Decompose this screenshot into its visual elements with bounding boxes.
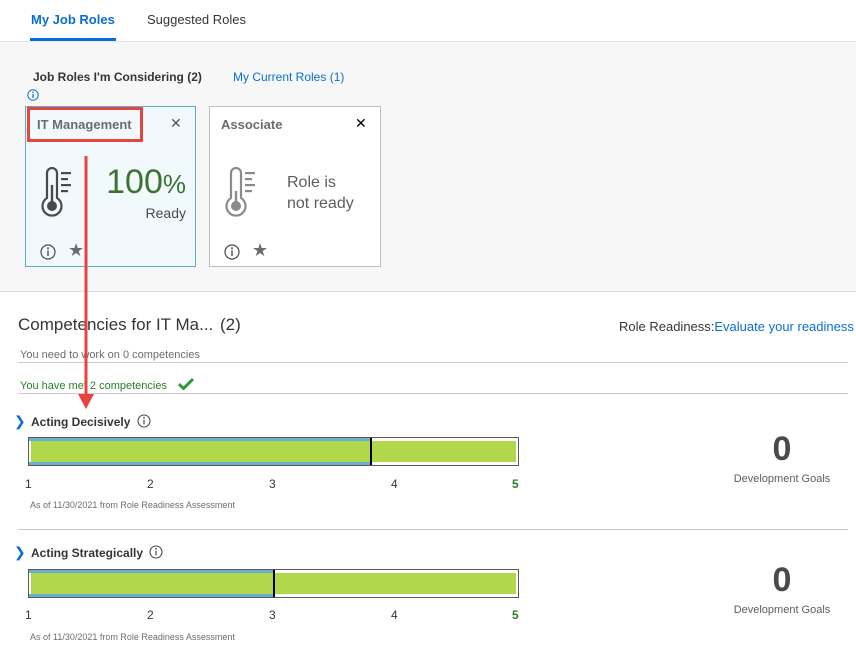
rating-marker (272, 570, 275, 597)
highlight-annotation-box (27, 107, 143, 142)
star-icon[interactable]: ★ (252, 240, 268, 260)
competency-rating-bar (28, 569, 519, 598)
need-work-summary[interactable]: You need to work on 0 competencies (20, 349, 200, 361)
competencies-count: (2) (220, 315, 241, 334)
tab-suggested-roles[interactable]: Suggested Roles (147, 12, 246, 27)
current-roles-link[interactable]: My Current Roles (1) (233, 70, 344, 84)
divider (18, 393, 848, 394)
role-card-associate[interactable]: Associate ✕ Role is not ready ★ (209, 106, 381, 267)
info-icon[interactable] (149, 545, 163, 559)
have-met-summary[interactable]: You have met 2 competencies (20, 380, 167, 392)
role-card-title: Associate (221, 117, 283, 132)
tick-label: 3 (269, 477, 276, 491)
competency-name: Acting Decisively (31, 415, 131, 429)
tick-label: 1 (25, 477, 32, 491)
expand-chevron-icon[interactable]: ❯ (14, 413, 26, 430)
development-goals-label: Development Goals (733, 473, 831, 485)
tick-label: 1 (25, 608, 32, 622)
tab-bar: My Job Roles Suggested Roles (0, 0, 856, 42)
star-icon[interactable]: ★ (68, 240, 84, 260)
active-tab-indicator (30, 38, 116, 41)
readiness-percent: 100% (106, 163, 186, 201)
info-icon[interactable] (137, 414, 151, 428)
tick-label-max: 5 (512, 477, 519, 491)
tick-label-max: 5 (512, 608, 519, 622)
job-roles-panel: Job Roles I'm Considering (2) My Current… (0, 42, 856, 292)
rating-fill (31, 441, 516, 462)
rating-line-bottom (29, 594, 274, 597)
readiness-status: Ready (145, 205, 186, 221)
close-icon[interactable]: ✕ (170, 115, 182, 131)
tick-label: 2 (147, 477, 154, 491)
tick-label: 3 (269, 608, 276, 622)
assessment-date: As of 11/30/2021 from Role Readiness Ass… (30, 632, 235, 642)
close-icon[interactable]: ✕ (355, 115, 367, 131)
competency-name: Acting Strategically (31, 546, 144, 560)
rating-marker (369, 438, 372, 465)
thermometer-icon (223, 167, 257, 219)
tick-label: 2 (147, 608, 154, 622)
tick-label: 4 (391, 477, 398, 491)
development-goals-count[interactable]: 0 (730, 561, 834, 600)
info-icon[interactable] (40, 244, 56, 260)
divider (18, 529, 848, 530)
competency-rating-bar (28, 437, 519, 466)
tick-label: 4 (391, 608, 398, 622)
check-icon (178, 377, 194, 390)
competencies-title: Competencies for IT Ma... (18, 315, 214, 334)
assessment-date: As of 11/30/2021 from Role Readiness Ass… (30, 500, 235, 510)
role-readiness: Role Readiness:Evaluate your readiness (619, 319, 854, 334)
evaluate-readiness-link[interactable]: Evaluate your readiness (714, 319, 853, 334)
rating-line-bottom (29, 462, 371, 465)
development-goals-label: Development Goals (733, 604, 831, 616)
thermometer-icon (39, 167, 73, 219)
info-icon[interactable] (224, 244, 240, 260)
readiness-status: Role is not ready (287, 174, 354, 212)
expand-chevron-icon[interactable]: ❯ (14, 544, 26, 561)
tab-my-job-roles[interactable]: My Job Roles (31, 12, 115, 27)
roles-considering-tab[interactable]: Job Roles I'm Considering (2) (33, 70, 202, 84)
info-icon[interactable] (27, 89, 39, 101)
development-goals-count[interactable]: 0 (730, 430, 834, 469)
divider (18, 362, 848, 363)
